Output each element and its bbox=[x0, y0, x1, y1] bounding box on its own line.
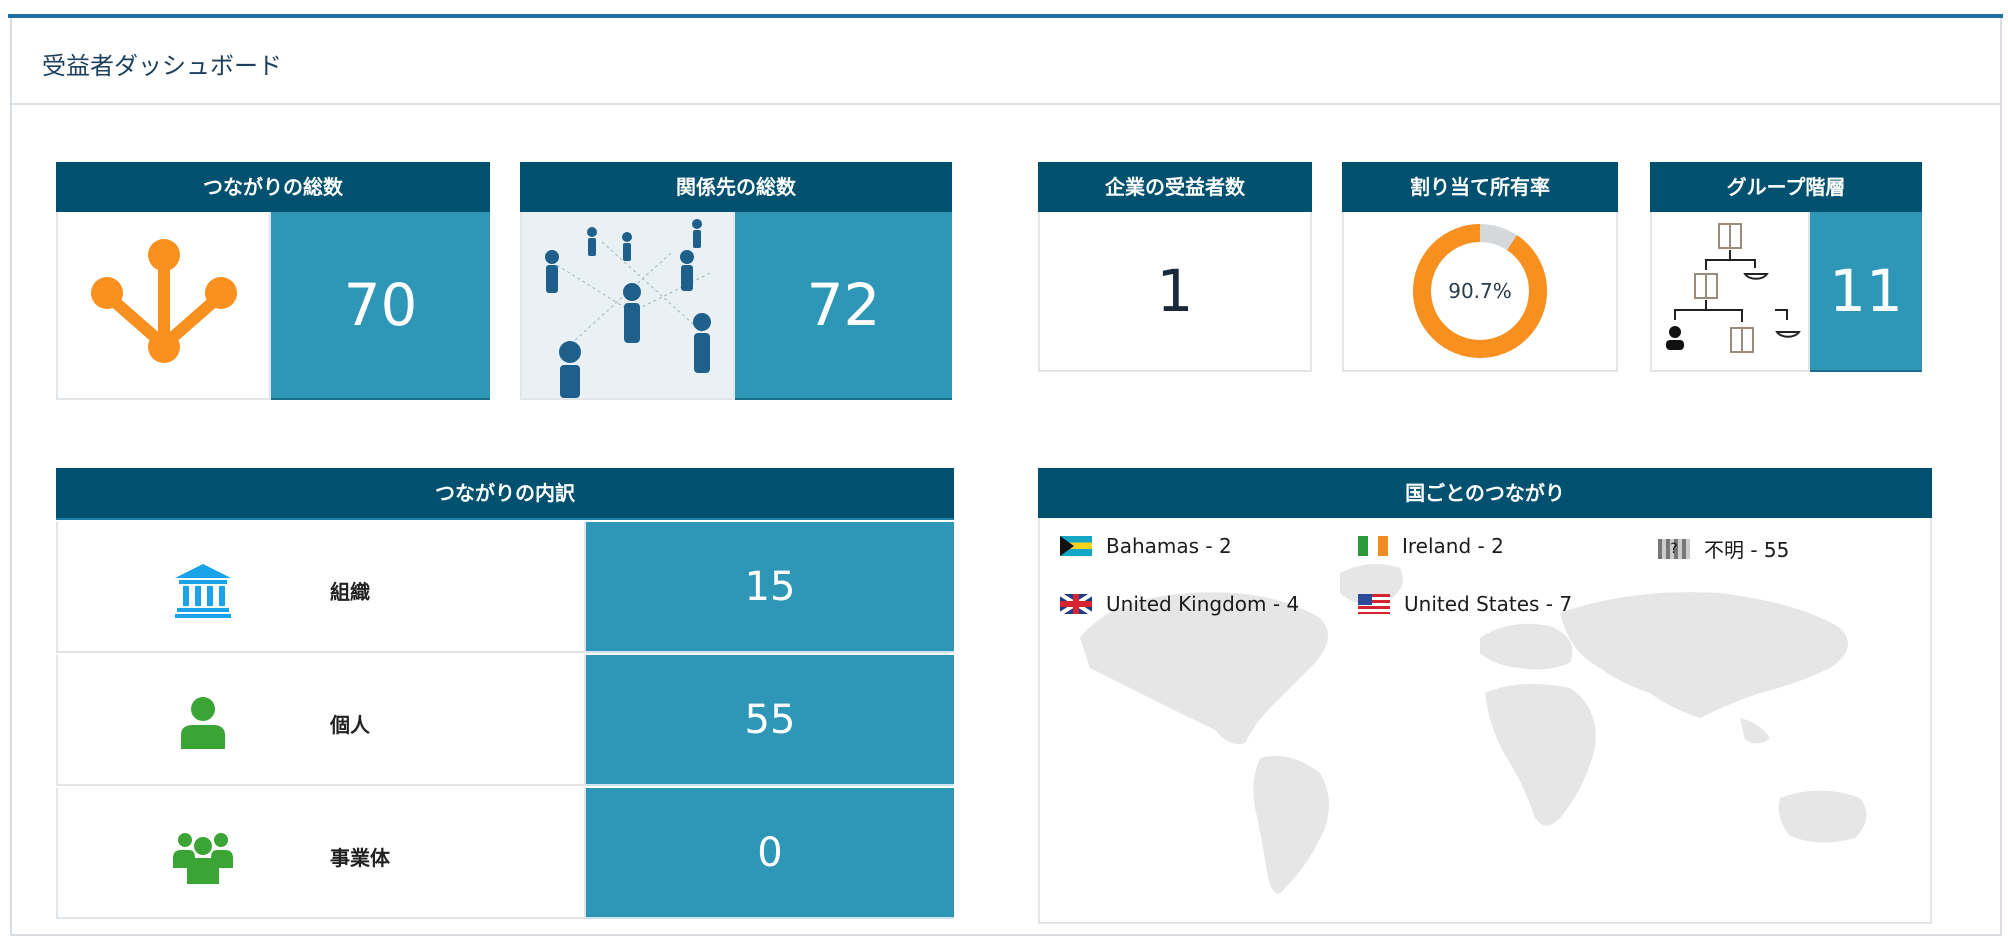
relations-total-value: 72 bbox=[735, 212, 952, 400]
card-title: 国ごとのつながり bbox=[1038, 468, 1932, 520]
corp-beneficiaries-card[interactable]: 企業の受益者数 1 bbox=[1038, 162, 1312, 372]
panel-header: 受益者ダッシュボード bbox=[12, 18, 2000, 105]
row-icon-cell: 事業体 bbox=[56, 788, 586, 919]
row-value: 15 bbox=[586, 522, 954, 653]
legend-bahamas: Bahamas - 2 bbox=[1060, 534, 1232, 558]
connections-total-value: 70 bbox=[271, 212, 490, 400]
ownership-donut: 90.7% bbox=[1410, 221, 1550, 361]
legend-uk: United Kingdom - 4 bbox=[1060, 592, 1299, 616]
row-icon-cell: 組織 bbox=[56, 522, 586, 653]
legend-label: United Kingdom - 4 bbox=[1106, 592, 1300, 616]
row-value: 0 bbox=[586, 788, 954, 919]
card-title: グループ階層 bbox=[1650, 162, 1922, 214]
ireland-flag-icon bbox=[1358, 536, 1388, 556]
network-icon-cell bbox=[56, 212, 271, 400]
relations-total-card[interactable]: 関係先の総数 72 bbox=[520, 162, 952, 400]
legend-label: Ireland - 2 bbox=[1402, 534, 1504, 558]
us-flag-icon bbox=[1358, 594, 1390, 614]
bank-icon bbox=[175, 564, 231, 618]
ownership-rate-card[interactable]: 割り当て所有率 90.7% bbox=[1342, 162, 1618, 372]
people-network-image bbox=[520, 212, 735, 400]
people-network-icon bbox=[522, 212, 733, 398]
legend-label: United States - 7 bbox=[1404, 592, 1573, 616]
breakdown-row-organization[interactable]: 組織 15 bbox=[56, 522, 954, 655]
legend-us: United States - 7 bbox=[1358, 592, 1572, 616]
card-title: 企業の受益者数 bbox=[1038, 162, 1312, 214]
card-title: 割り当て所有率 bbox=[1342, 162, 1618, 214]
breakdown-row-entity[interactable]: 事業体 0 bbox=[56, 788, 954, 921]
connections-by-country-card: 国ごとのつながり Bahamas - 2 Ireland - 2 ? 不明 - … bbox=[1038, 468, 1932, 924]
card-title: 関係先の総数 bbox=[520, 162, 952, 214]
hierarchy-icon-cell bbox=[1650, 212, 1810, 372]
bahamas-flag-icon bbox=[1060, 536, 1092, 556]
hierarchy-tree-icon bbox=[1666, 223, 1801, 353]
connections-total-card[interactable]: つながりの総数 70 bbox=[56, 162, 490, 400]
legend-label: 不明 - 55 bbox=[1704, 538, 1790, 562]
uk-flag-icon bbox=[1060, 594, 1092, 614]
legend-label: Bahamas - 2 bbox=[1106, 534, 1232, 558]
row-icon-cell: 個人 bbox=[56, 655, 586, 786]
group-icon bbox=[173, 833, 233, 884]
person-icon bbox=[181, 697, 225, 749]
row-label: 事業体 bbox=[330, 846, 390, 870]
world-map bbox=[1080, 564, 1867, 894]
row-label: 組織 bbox=[330, 580, 370, 604]
group-hierarchy-card[interactable]: グループ階層 11 bbox=[1650, 162, 1922, 372]
card-title: つながりの内訳 bbox=[56, 468, 954, 520]
group-hierarchy-value: 11 bbox=[1810, 212, 1922, 372]
row-label: 個人 bbox=[330, 713, 370, 737]
unknown-flag-icon: ? bbox=[1658, 538, 1690, 559]
network-icon bbox=[90, 239, 237, 363]
world-map-area[interactable]: Bahamas - 2 Ireland - 2 ? 不明 - 55 United… bbox=[1038, 518, 1932, 924]
connections-breakdown-card: つながりの内訳 組織 15 個人 55 事業体 0 bbox=[56, 468, 954, 924]
legend-ireland: Ireland - 2 bbox=[1358, 534, 1504, 558]
ownership-rate-value: 90.7% bbox=[1448, 279, 1512, 303]
row-value: 55 bbox=[586, 655, 954, 786]
breakdown-row-individual[interactable]: 個人 55 bbox=[56, 655, 954, 788]
card-title: つながりの総数 bbox=[56, 162, 490, 214]
legend-unknown: ? 不明 - 55 bbox=[1658, 534, 1789, 563]
corp-beneficiaries-value: 1 bbox=[1156, 257, 1194, 325]
page-title: 受益者ダッシュボード bbox=[42, 52, 282, 80]
